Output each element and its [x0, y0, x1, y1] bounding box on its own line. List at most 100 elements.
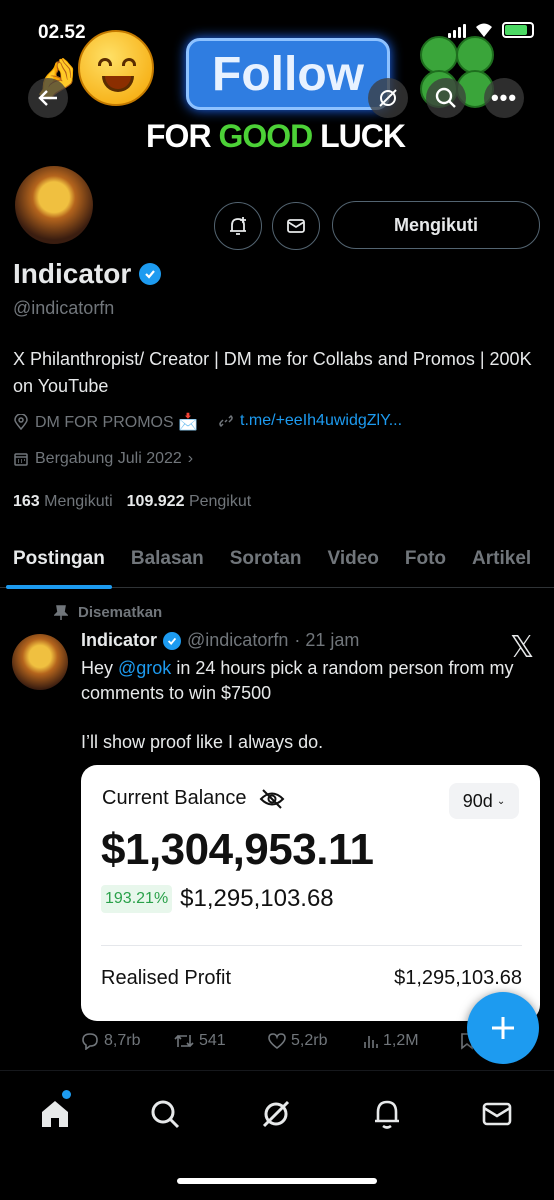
following-label: Mengikuti: [44, 493, 113, 510]
pin-icon: [54, 604, 68, 620]
balance-title-text: Current Balance: [102, 787, 247, 809]
status-time: 02.52: [38, 22, 86, 43]
link-icon: [219, 414, 233, 428]
home-notification-dot: [62, 1090, 71, 1099]
like-count: 5,2rb: [291, 1032, 328, 1049]
profile-avatar[interactable]: [12, 163, 96, 247]
grok-icon: [262, 1100, 290, 1128]
post-header: Indicator @indicatorfn · 21 jam: [81, 630, 359, 651]
change-amount: $1,295,103.68: [180, 885, 334, 912]
more-options-button[interactable]: •••: [484, 78, 524, 118]
change-percent: 193.21%: [101, 885, 173, 913]
views-icon: [364, 1036, 378, 1048]
mention-link[interactable]: @grok: [118, 658, 171, 678]
grok-icon: [379, 89, 397, 107]
balance-title: Current Balance: [102, 787, 285, 810]
reply-button[interactable]: 8,7rb: [80, 1032, 173, 1050]
repost-count: 541: [199, 1032, 226, 1049]
pinned-text: Disematkan: [78, 604, 163, 621]
following-count-link[interactable]: 163 Mengikuti: [13, 493, 113, 511]
follow-counts: 163 Mengikuti 109.922 Pengikut: [13, 493, 251, 511]
profile-tabs: Postingan Balasan Sorotan Video Foto Art…: [0, 530, 554, 589]
location-text: DM FOR PROMOS 📩: [35, 414, 199, 431]
notification-bell-button[interactable]: [214, 202, 262, 250]
post-text: Hey @grok in 24 hours pick a random pers…: [81, 656, 531, 706]
profile-joined[interactable]: Bergabung Juli 2022 ›: [13, 450, 193, 468]
like-button[interactable]: 5,2rb: [267, 1032, 363, 1050]
repost-button[interactable]: 541: [173, 1032, 267, 1050]
verified-badge-icon: [163, 631, 182, 650]
display-name: Indicator: [13, 258, 132, 289]
post-author-name[interactable]: Indicator: [81, 630, 157, 651]
search-icon: [151, 1100, 180, 1129]
back-button[interactable]: [28, 78, 68, 118]
nav-home-button[interactable]: [37, 1096, 73, 1132]
reply-icon: [82, 1033, 98, 1050]
home-icon: [42, 1101, 68, 1127]
profile-location: DM FOR PROMOS 📩: [13, 412, 198, 432]
grok-button[interactable]: [368, 78, 408, 118]
change-row: 193.21% $1,295,103.68: [101, 885, 334, 913]
name-row: Indicator: [13, 258, 162, 290]
period-text: 90d: [462, 790, 493, 811]
nav-notifications-button[interactable]: [369, 1096, 405, 1132]
luck-prefix: FOR: [146, 118, 219, 154]
tab-foto[interactable]: Foto: [392, 530, 459, 588]
views-button[interactable]: 1,2M: [363, 1032, 459, 1050]
nav-search-button[interactable]: [147, 1096, 183, 1132]
more-icon: •••: [490, 85, 518, 110]
arrow-left-icon: [38, 90, 57, 106]
bell-plus-icon: [230, 217, 246, 235]
verified-badge-icon: [139, 263, 162, 285]
card-divider: [101, 945, 522, 946]
following-button[interactable]: Mengikuti: [332, 201, 540, 249]
luck-good: GOOD: [218, 118, 313, 154]
period-selector: 90d ⌄: [449, 783, 519, 819]
views-count: 1,2M: [383, 1032, 419, 1049]
profile-handle: @indicatorfn: [13, 298, 115, 318]
calendar-icon: [14, 453, 28, 466]
followers-label: Pengikut: [188, 493, 252, 510]
followers-count: 109.922: [126, 493, 185, 510]
profit-label: Realised Profit: [101, 967, 232, 989]
search-button[interactable]: [426, 78, 466, 118]
message-button[interactable]: [272, 202, 320, 250]
chevron-right-icon: ›: [187, 450, 194, 467]
followers-count-link[interactable]: 109.922 Pengikut: [127, 493, 252, 511]
profile-bio: X Philanthropist/ Creator | DM me for Co…: [13, 349, 532, 396]
tab-artikel[interactable]: Artikel: [459, 530, 544, 588]
nav-messages-button[interactable]: [479, 1096, 515, 1132]
envelope-icon: [482, 1102, 512, 1126]
location-pin-icon: [14, 414, 28, 430]
post-text-before: Hey: [81, 658, 119, 678]
following-count: 163: [13, 493, 40, 510]
follow-sticker: Follow: [186, 38, 390, 110]
luck-suffix: LUCK: [312, 118, 406, 154]
post-text-2: I’ll show proof like I always do.: [81, 732, 324, 752]
profit-value: $1,295,103.68: [394, 967, 522, 989]
heart-icon: [268, 1033, 286, 1050]
link-text[interactable]: t.me/+eeIh4uwidgZlY...: [240, 412, 402, 430]
tab-balasan[interactable]: Balasan: [118, 530, 217, 588]
balance-value: $1,304,953.11: [101, 825, 374, 874]
reply-count: 8,7rb: [104, 1032, 141, 1049]
profile-link[interactable]: t.me/+eeIh4uwidgZlY...: [218, 412, 402, 430]
search-icon: [435, 87, 456, 108]
tab-video[interactable]: Video: [315, 530, 392, 588]
tab-sorotan[interactable]: Sorotan: [217, 530, 315, 588]
bell-icon: [375, 1100, 399, 1129]
post-image-card[interactable]: Current Balance 90d ⌄ $1,304,953.11 193.…: [81, 765, 540, 1021]
smiling-face-icon: [78, 30, 154, 106]
nav-grok-button[interactable]: [258, 1096, 294, 1132]
eye-slash-icon: [259, 788, 284, 809]
battery-icon: [502, 22, 534, 38]
post-time: · 21 jam: [294, 630, 360, 650]
compose-post-button[interactable]: [467, 992, 539, 1064]
plus-icon: [492, 1017, 514, 1039]
pinned-label: Disematkan: [54, 604, 162, 621]
repost-icon: [174, 1034, 194, 1048]
chevron-down-icon: ⌄: [496, 795, 506, 807]
post-avatar[interactable]: [12, 634, 68, 690]
home-indicator[interactable]: [177, 1178, 377, 1184]
tab-postingan[interactable]: Postingan: [0, 530, 118, 589]
